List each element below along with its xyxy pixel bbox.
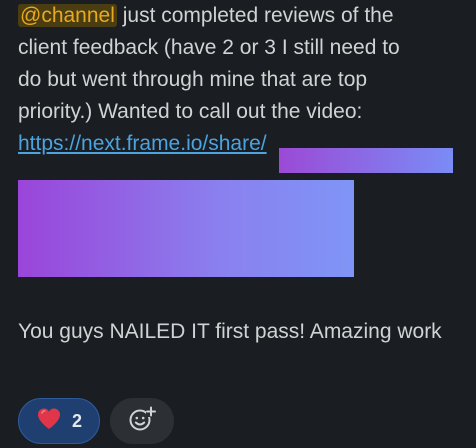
message-line-1: @channel just completed reviews of the — [18, 0, 468, 32]
reaction-bar: 2 — [18, 398, 174, 446]
frameio-link[interactable]: https://next.frame.io/share/ — [18, 132, 267, 155]
heart-icon — [36, 407, 62, 436]
redacted-link-segment — [279, 148, 453, 173]
channel-mention[interactable]: @channel — [18, 4, 117, 27]
message-body: @channel just completed reviews of the c… — [18, 0, 468, 160]
message-line-3: do but went through mine that are top — [18, 68, 368, 91]
reaction-count: 2 — [71, 410, 82, 431]
message-paragraph-2: You guys NAILED IT first pass! Amazing w… — [18, 320, 442, 343]
heart-reaction-button[interactable]: 2 — [18, 398, 100, 444]
message-line-4: priority.) Wanted to call out the video: — [18, 100, 363, 123]
message-line-2: client feedback (have 2 or 3 I still nee… — [18, 36, 400, 59]
redacted-preview-block — [18, 180, 354, 277]
message-text: just completed reviews of the — [116, 4, 394, 27]
add-emoji-icon — [127, 404, 157, 439]
message-paragraph: @channel just completed reviews of the c… — [18, 0, 468, 160]
add-reaction-button[interactable] — [110, 398, 174, 444]
